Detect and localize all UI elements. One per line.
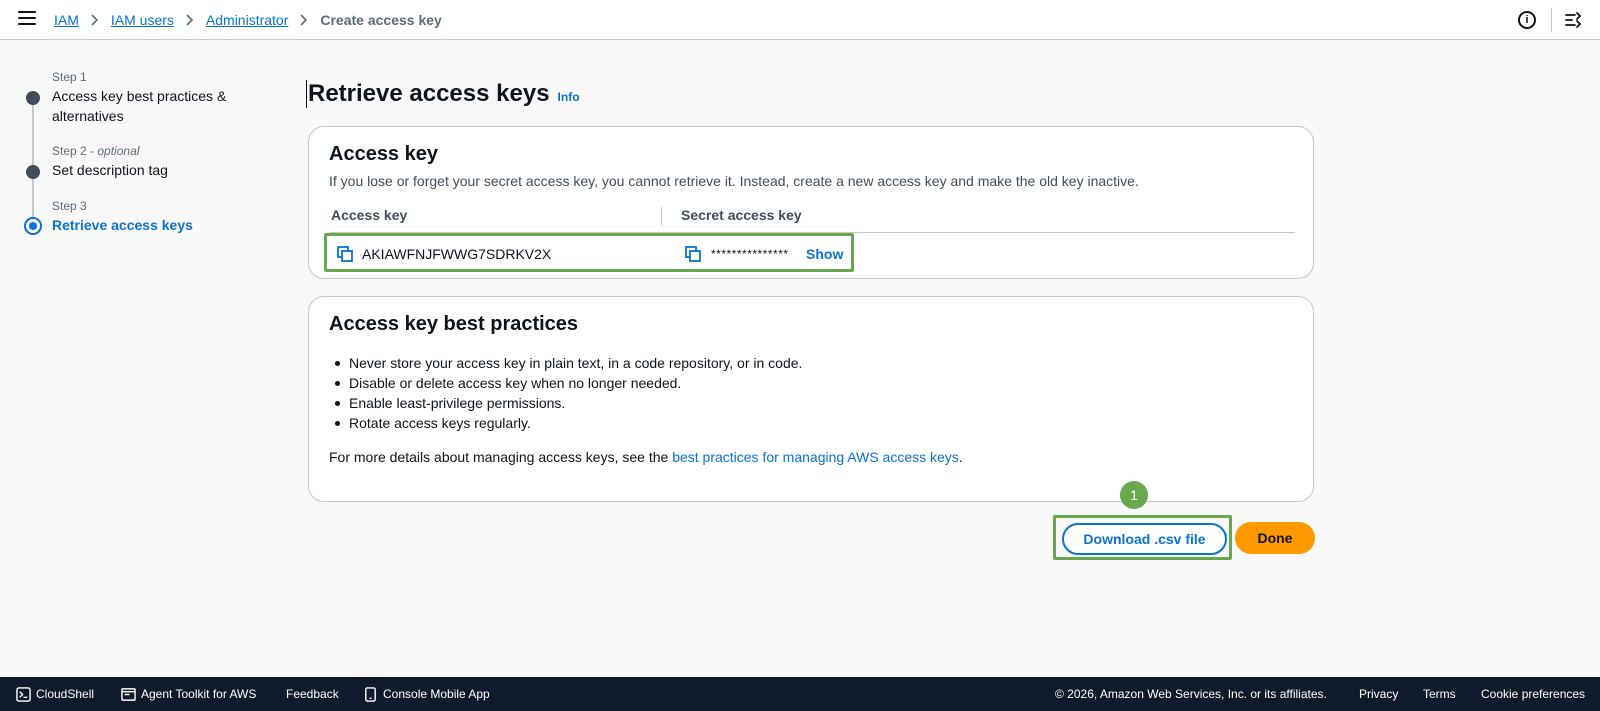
- info-icon[interactable]: i: [1518, 11, 1536, 29]
- more-details-suffix: .: [958, 449, 963, 465]
- done-button[interactable]: Done: [1235, 522, 1315, 554]
- step-2: Step 2 - optional Set description tag: [24, 142, 274, 197]
- step-3-indicator: [24, 217, 42, 235]
- footer-mobile-app-label: Console Mobile App: [383, 687, 490, 701]
- chevron-right-icon: [300, 14, 308, 26]
- step-3-label: Step 3: [52, 199, 87, 213]
- footer-privacy[interactable]: Privacy: [1359, 677, 1398, 711]
- list-item: Enable least-privilege permissions.: [329, 393, 802, 413]
- column-header-access-key: Access key: [331, 207, 408, 223]
- footer-copyright: © 2026, Amazon Web Services, Inc. or its…: [1055, 687, 1327, 701]
- top-navigation-bar: IAM IAM users Administrator Create acces…: [0, 0, 1600, 40]
- window-icon: [121, 687, 136, 701]
- more-details-prefix: For more details about managing access k…: [329, 449, 673, 465]
- mobile-icon: [365, 686, 376, 702]
- breadcrumb: IAM IAM users Administrator Create acces…: [54, 0, 442, 40]
- download-csv-button[interactable]: Download .csv file: [1062, 523, 1227, 555]
- column-header-secret-key: Secret access key: [681, 207, 802, 223]
- footer-feedback[interactable]: Feedback: [286, 677, 339, 711]
- breadcrumb-iam[interactable]: IAM: [54, 12, 79, 28]
- footer-cloudshell[interactable]: CloudShell: [16, 677, 94, 711]
- column-divider: [661, 207, 662, 225]
- list-item: Never store your access key in plain tex…: [329, 353, 802, 373]
- footer-cookie-preferences[interactable]: Cookie preferences: [1481, 677, 1585, 711]
- breadcrumb-administrator[interactable]: Administrator: [206, 12, 288, 28]
- text-cursor: [306, 80, 307, 108]
- step-3: Step 3 Retrieve access keys: [24, 197, 274, 237]
- list-item: Disable or delete access key when no lon…: [329, 373, 802, 393]
- divider: [1551, 8, 1552, 32]
- menu-icon[interactable]: [18, 11, 36, 27]
- chevron-right-icon: [186, 14, 194, 26]
- list-item: Rotate access keys regularly.: [329, 413, 802, 433]
- footer: CloudShell Agent Toolkit for AWS Feedbac…: [0, 677, 1600, 711]
- access-key-card-description: If you lose or forget your secret access…: [329, 173, 1139, 189]
- best-practices-card: Access key best practices Never store yo…: [308, 296, 1314, 502]
- step-3-title: Retrieve access keys: [52, 217, 193, 233]
- step-1-title: Access key best practices & alternatives: [52, 88, 227, 124]
- step-1-label: Step 1: [52, 70, 87, 84]
- step-1-indicator: [26, 91, 40, 105]
- terminal-icon: [16, 686, 31, 702]
- footer-agent-toolkit-label: Agent Toolkit for AWS: [141, 687, 257, 701]
- annotation-badge: 1: [1120, 481, 1148, 509]
- more-details-text: For more details about managing access k…: [329, 449, 963, 465]
- page-title: Retrieve access keys Info: [306, 80, 580, 108]
- best-practices-link[interactable]: best practices for managing AWS access k…: [672, 449, 959, 465]
- keys-highlight-box: [324, 233, 854, 272]
- page-title-text: Retrieve access keys: [308, 80, 550, 107]
- step-2-title: Set description tag: [52, 162, 168, 178]
- step-2-indicator: [26, 165, 40, 179]
- best-practices-list: Never store your access key in plain tex…: [329, 353, 802, 433]
- best-practices-title: Access key best practices: [329, 313, 579, 335]
- footer-mobile-app[interactable]: Console Mobile App: [363, 677, 490, 711]
- access-key-card-title: Access key: [329, 143, 438, 165]
- wizard-steps: Step 1 Access key best practices & alter…: [24, 68, 274, 237]
- footer-feedback-label: Feedback: [286, 687, 339, 701]
- step-1: Step 1 Access key best practices & alter…: [24, 68, 274, 142]
- footer-agent-toolkit[interactable]: Agent Toolkit for AWS: [121, 677, 256, 711]
- breadcrumb-current: Create access key: [320, 12, 442, 28]
- breadcrumb-iam-users[interactable]: IAM users: [111, 12, 174, 28]
- split-panel-icon[interactable]: [1563, 10, 1583, 30]
- footer-terms[interactable]: Terms: [1423, 677, 1456, 711]
- step-2-label: Step 2 - optional: [52, 144, 140, 158]
- footer-cloudshell-label: CloudShell: [36, 687, 95, 701]
- chevron-right-icon: [91, 14, 99, 26]
- info-link[interactable]: Info: [558, 90, 580, 104]
